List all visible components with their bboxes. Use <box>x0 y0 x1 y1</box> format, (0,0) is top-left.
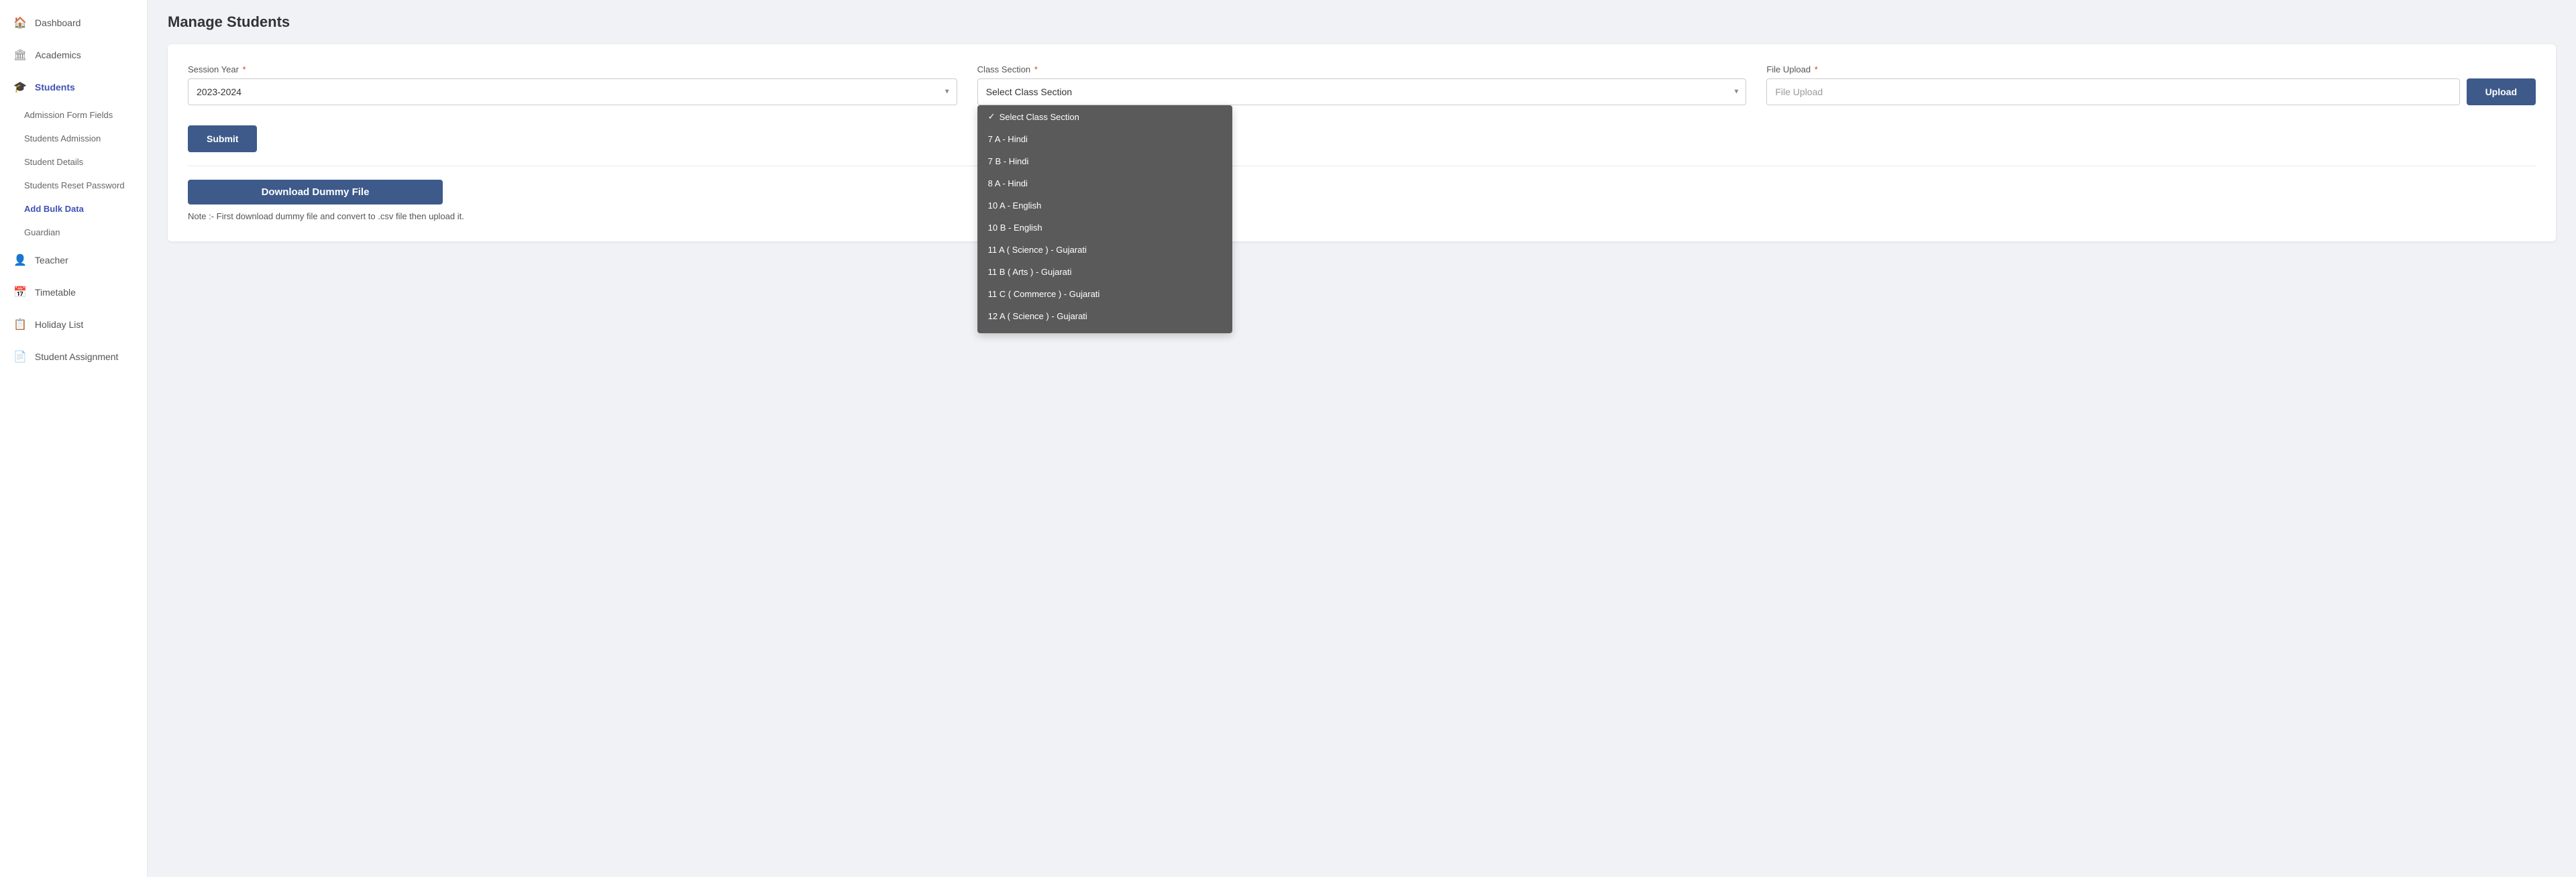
sidebar-sub-guardian[interactable]: Guardian <box>0 221 147 244</box>
file-upload-box: File Upload <box>1766 78 2459 105</box>
dropdown-item-11b-arts-gujarati[interactable]: 11 B ( Arts ) - Gujarati <box>977 261 1232 283</box>
sidebar-item-label: Teacher <box>35 255 68 266</box>
home-icon: 🏠 <box>13 16 27 30</box>
teacher-icon: 👤 <box>13 253 27 267</box>
dropdown-item-8a-hindi[interactable]: 8 A - Hindi <box>977 172 1232 194</box>
academics-icon: 🏛 <box>13 48 27 62</box>
sidebar-item-teacher[interactable]: 👤 Teacher <box>0 244 147 276</box>
sub-item-label: Students Reset Password <box>24 180 125 190</box>
manage-students-card: Session Year * 2023-2024 Class Section * <box>168 44 2556 241</box>
sidebar-item-label: Students <box>35 82 75 93</box>
class-section-select[interactable]: Select Class Section <box>977 78 1747 105</box>
sub-item-label: Add Bulk Data <box>24 204 84 214</box>
page-title: Manage Students <box>168 13 2556 31</box>
sidebar-item-student-assignment[interactable]: 📄 Student Assignment <box>0 341 147 373</box>
sidebar-sub-add-bulk-data[interactable]: Add Bulk Data <box>0 197 147 221</box>
session-year-required: * <box>243 64 246 74</box>
submit-button[interactable]: Submit <box>188 125 257 152</box>
class-section-dropdown[interactable]: Select Class Section7 A - Hindi7 B - Hin… <box>977 105 1232 333</box>
sidebar-item-label: Academics <box>35 50 80 60</box>
sidebar-item-academics[interactable]: 🏛 Academics <box>0 39 147 71</box>
sub-item-label: Students Admission <box>24 133 101 143</box>
dropdown-item-11a-science-gujarati[interactable]: 11 A ( Science ) - Gujarati <box>977 239 1232 261</box>
session-year-label: Session Year * <box>188 64 957 74</box>
session-year-select[interactable]: 2023-2024 <box>188 78 957 105</box>
note-text: Note :- First download dummy file and co… <box>188 211 2536 221</box>
sub-item-label: Guardian <box>24 227 60 237</box>
sidebar-item-dashboard[interactable]: 🏠 Dashboard <box>0 7 147 39</box>
submit-row: Submit <box>188 119 2536 152</box>
sidebar-item-timetable[interactable]: 📅 Timetable <box>0 276 147 308</box>
sidebar-item-students[interactable]: 🎓 Students <box>0 71 147 103</box>
timetable-icon: 📅 <box>13 286 27 299</box>
holiday-icon: 📋 <box>13 318 27 331</box>
sidebar-item-label: Timetable <box>35 287 76 298</box>
class-section-label: Class Section * <box>977 64 1747 74</box>
dropdown-item-7a-hindi[interactable]: 7 A - Hindi <box>977 128 1232 150</box>
main-content: Manage Students Session Year * 2023-2024 <box>148 0 2576 877</box>
class-section-select-wrapper: Select Class Section Select Class Sectio… <box>977 78 1747 105</box>
dropdown-item-11c-commerce-gujarati[interactable]: 11 C ( Commerce ) - Gujarati <box>977 283 1232 305</box>
dropdown-item-7b-hindi[interactable]: 7 B - Hindi <box>977 150 1232 172</box>
sidebar-sub-reset-password[interactable]: Students Reset Password <box>0 174 147 197</box>
file-upload-row: File Upload Upload <box>1766 78 2536 105</box>
assignment-icon: 📄 <box>13 350 27 363</box>
dropdown-item-12a-science-gujarati[interactable]: 12 A ( Science ) - Gujarati <box>977 305 1232 327</box>
sidebar-sub-student-details[interactable]: Student Details <box>0 150 147 174</box>
sidebar-sub-students-admission[interactable]: Students Admission <box>0 127 147 150</box>
upload-button[interactable]: Upload <box>2467 78 2536 105</box>
sidebar-item-label: Student Assignment <box>35 351 119 362</box>
file-upload-label: File Upload * <box>1766 64 2536 74</box>
sidebar-item-holiday-list[interactable]: 📋 Holiday List <box>0 308 147 341</box>
class-section-required: * <box>1034 64 1038 74</box>
session-year-group: Session Year * 2023-2024 <box>188 64 957 105</box>
sidebar-sub-admission-form-fields[interactable]: Admission Form Fields <box>0 103 147 127</box>
students-icon: 🎓 <box>13 80 27 94</box>
sub-item-label: Student Details <box>24 157 83 167</box>
file-upload-group: File Upload * File Upload Upload <box>1766 64 2536 105</box>
dropdown-item-select[interactable]: Select Class Section <box>977 105 1232 128</box>
download-dummy-file-button[interactable]: Download Dummy File <box>188 180 443 204</box>
file-upload-required: * <box>1815 64 1818 74</box>
session-year-select-wrapper: 2023-2024 <box>188 78 957 105</box>
sidebar-item-label: Dashboard <box>35 17 81 28</box>
form-row-top: Session Year * 2023-2024 Class Section * <box>188 64 2536 105</box>
dropdown-item-12b-arts-gujarati[interactable]: 12 B ( Arts ) - Gujarati <box>977 327 1232 333</box>
sub-item-label: Admission Form Fields <box>24 110 113 120</box>
sidebar-item-label: Holiday List <box>35 319 83 330</box>
class-section-group: Class Section * Select Class Section Sel… <box>977 64 1747 105</box>
dropdown-item-10a-english[interactable]: 10 A - English <box>977 194 1232 217</box>
file-upload-placeholder: File Upload <box>1775 86 1823 97</box>
dropdown-item-10b-english[interactable]: 10 B - English <box>977 217 1232 239</box>
download-section: Download Dummy File Note :- First downlo… <box>188 180 2536 221</box>
sidebar: 🏠 Dashboard 🏛 Academics 🎓 Students Admis… <box>0 0 148 877</box>
